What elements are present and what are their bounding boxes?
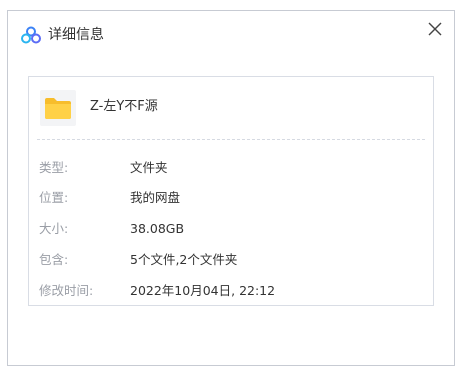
detail-row-type: 类型: 文件夹 [29, 158, 433, 178]
detail-value: 我的网盘 [130, 190, 181, 205]
detail-value: 2022年10月04日, 22:12 [130, 283, 276, 298]
detail-label: 位置: [39, 190, 69, 205]
detail-value: 文件夹 [130, 160, 168, 175]
divider [37, 139, 425, 140]
detail-row-size: 大小: 38.08GB [29, 219, 433, 239]
folder-icon [45, 98, 71, 119]
close-icon[interactable] [426, 20, 444, 38]
detail-label: 类型: [39, 160, 69, 175]
detail-value: 38.08GB [130, 221, 185, 236]
item-name: Z-左Y不F源 [90, 99, 158, 114]
detail-label: 包含: [39, 252, 69, 267]
detail-value: 5个文件,2个文件夹 [130, 252, 238, 267]
detail-row-location: 位置: 我的网盘 [29, 188, 433, 208]
dialog-title: 详细信息 [48, 27, 104, 43]
details-dialog: 详细信息 Z-左Y不F源 类型: 文件夹 位置: 我的网盘 大小: 38.08G… [7, 10, 455, 366]
detail-row-modified: 修改时间: 2022年10月04日, 22:12 [29, 281, 433, 301]
detail-label: 大小: [39, 221, 69, 236]
details-panel: Z-左Y不F源 类型: 文件夹 位置: 我的网盘 大小: 38.08GB 包含:… [28, 76, 434, 306]
baidu-netdisk-logo-icon [21, 26, 41, 44]
detail-label: 修改时间: [39, 283, 94, 298]
title-bar: 详细信息 [8, 11, 454, 55]
detail-row-contains: 包含: 5个文件,2个文件夹 [29, 250, 433, 270]
folder-thumbnail [40, 90, 76, 126]
